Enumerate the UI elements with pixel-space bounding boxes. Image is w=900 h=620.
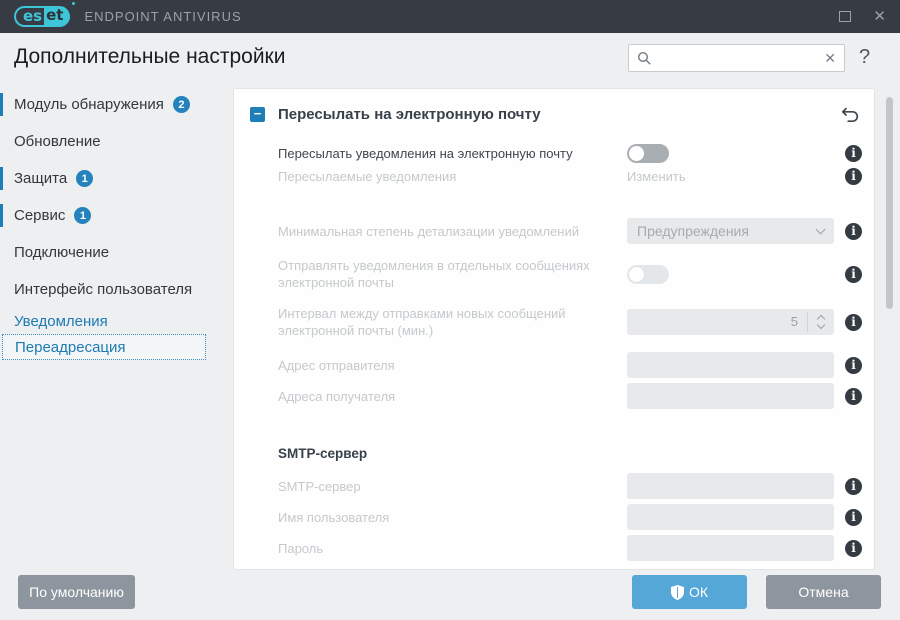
row-separate-emails: Отправлять уведомления в отдельных сообщ… [234,256,874,292]
recipient-address-input[interactable] [627,383,834,409]
undo-icon[interactable] [841,106,860,123]
row-label: Пересылать уведомления на электронную по… [278,146,573,161]
cancel-button[interactable]: Отмена [766,575,881,609]
sender-address-input[interactable] [627,352,834,378]
info-icon[interactable]: i [845,168,862,185]
eset-logo-es: es [14,6,45,27]
toggle-forward-email[interactable] [627,144,669,163]
info-icon[interactable]: i [845,508,862,526]
sidebar-item-label: Интерфейс пользователя [14,281,193,298]
sidebar-item-label: Сервис [14,207,66,224]
row-label: Отправлять уведомления в отдельных сообщ… [278,258,590,290]
smtp-password-input[interactable] [627,535,834,561]
search-box[interactable]: ✕ [628,44,845,72]
edit-link[interactable]: Изменить [627,169,686,184]
sidebar-item-detection-engine[interactable]: Модуль обнаружения 2 [0,86,221,123]
section-title: Пересылать на электронную почту [278,105,541,123]
ok-button[interactable]: ОК [632,575,747,609]
close-icon[interactable]: ✕ [873,9,886,24]
row-smtp-password: Пароль i [234,535,874,561]
sidebar-item-label: Обновление [14,133,101,150]
info-icon[interactable]: i [845,356,862,374]
cancel-button-label: Отмена [798,584,849,600]
eset-logo-et: et [44,6,71,27]
row-label: Адреса получателя [278,388,396,404]
smtp-username-input[interactable] [627,504,834,530]
row-label: Имя пользователя [278,509,390,525]
settings-panel: − Пересылать на электронную почту Пересы… [233,88,875,570]
row-sender-address: Адрес отправителя i [234,352,874,378]
interval-value: 5 [790,314,798,329]
row-label: Интервал между отправками новых сообщени… [278,306,566,338]
smtp-server-input[interactable] [627,473,834,499]
dropdown-value: Предупреждения [637,223,749,239]
row-interval: Интервал между отправками новых сообщени… [234,304,874,340]
sidebar-item-label: Модуль обнаружения [14,96,164,113]
smtp-heading: SMTP-сервер [278,446,368,461]
row-forwarded-notifications: Пересылаемые уведомления Изменить i [234,168,874,185]
row-label: Пароль [278,540,324,556]
badge-count: 1 [74,207,92,224]
default-button-label: По умолчанию [29,584,124,600]
chevron-down-icon [815,224,826,235]
info-icon[interactable]: i [845,145,862,162]
scrollbar-thumb[interactable] [886,97,893,309]
sidebar-item-user-interface[interactable]: Интерфейс пользователя [0,271,221,308]
number-stepper[interactable] [808,309,834,335]
row-label: Минимальная степень детализации уведомле… [278,223,580,239]
row-verbosity: Минимальная степень детализации уведомле… [234,218,874,244]
info-icon[interactable]: i [845,313,862,331]
eset-logo: es et [14,2,76,27]
row-label: Пересылаемые уведомления [278,169,457,184]
sidebar-item-connection[interactable]: Подключение [0,234,221,271]
sidebar-item-label: Уведомления [14,312,108,330]
sidebar: Модуль обнаружения 2 Обновление Защита 1… [0,86,221,360]
badge-count: 2 [172,96,190,113]
help-icon[interactable]: ? [859,46,870,69]
info-icon[interactable]: i [845,477,862,495]
sidebar-item-update[interactable]: Обновление [0,123,221,160]
ok-button-label: ОК [688,584,709,600]
product-name: ENDPOINT ANTIVIRUS [84,9,242,24]
info-icon[interactable]: i [845,222,862,240]
row-recipient-address: Адреса получателя i [234,383,874,409]
collapse-icon[interactable]: − [250,106,265,122]
row-smtp-server: SMTP-сервер i [234,473,874,499]
toggle-separate-emails[interactable] [627,264,669,284]
row-forward-email: Пересылать уведомления на электронную по… [234,144,874,163]
info-icon[interactable]: i [845,539,862,557]
info-icon[interactable]: i [845,265,862,283]
maximize-icon[interactable] [839,11,852,22]
sidebar-item-label: Подключение [14,244,110,261]
registered-mark-icon [72,2,76,5]
search-input[interactable] [652,50,819,66]
badge-count: 1 [76,170,94,187]
sidebar-item-forwarding[interactable]: Переадресация [2,334,206,360]
row-label: Адрес отправителя [278,357,395,373]
info-icon[interactable]: i [845,387,862,405]
sidebar-item-notifications[interactable]: Уведомления [0,308,221,334]
chevron-down-icon[interactable] [816,320,826,330]
verbosity-dropdown[interactable]: Предупреждения [627,218,834,244]
row-label: SMTP-сервер [278,478,361,494]
sidebar-item-protection[interactable]: Защита 1 [0,160,221,197]
sidebar-item-label: Защита [14,170,68,187]
uac-shield-icon [670,584,684,600]
search-icon [637,51,651,65]
titlebar: es et ENDPOINT ANTIVIRUS ✕ [0,0,900,33]
row-smtp-username: Имя пользователя i [234,504,874,530]
page-title: Дополнительные настройки [14,45,286,68]
default-button[interactable]: По умолчанию [18,575,135,609]
sidebar-item-tools[interactable]: Сервис 1 [0,197,221,234]
sidebar-item-label: Переадресация [15,338,126,356]
interval-input[interactable]: 5 [627,309,834,335]
search-clear-icon[interactable]: ✕ [818,50,836,67]
